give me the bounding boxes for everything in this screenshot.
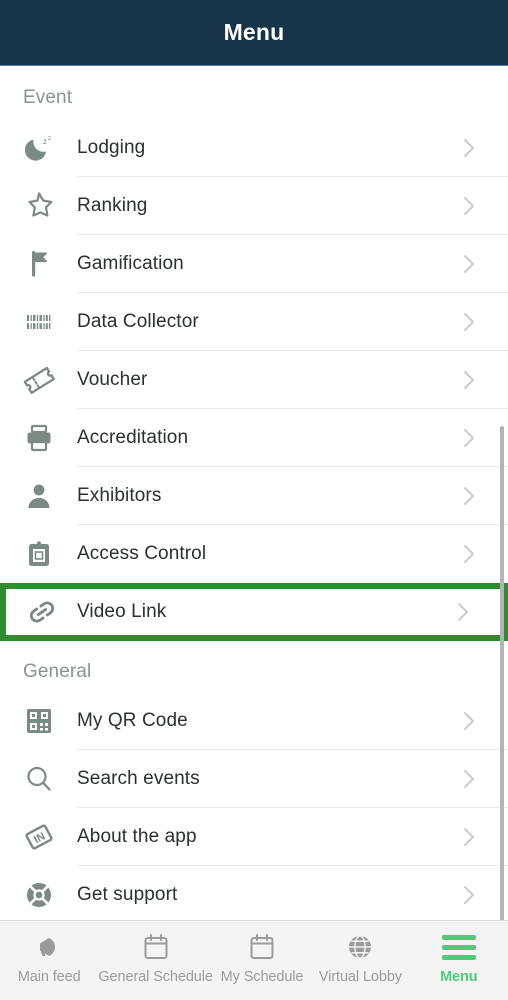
chevron-right-icon [457,602,502,622]
menu-item-data-collector[interactable]: Data Collector [0,293,508,351]
app-header: Menu [0,0,508,66]
menu-item-my-qr-code[interactable]: My QR Code [0,692,508,750]
barcode-icon [0,305,77,339]
printer-icon [0,421,77,455]
moon-sleep-icon: z z [0,131,77,165]
menu-item-lodging[interactable]: z z Lodging [0,119,508,177]
flag-icon [0,247,77,281]
nav-tab-general-schedule[interactable]: General Schedule [98,932,213,985]
chevron-right-icon [463,254,508,274]
menu-item-label: Data Collector [77,311,199,332]
menu-item-label: Exhibitors [77,485,162,506]
chevron-right-icon [463,312,508,332]
menu-item-label: About the app [77,826,197,847]
nav-tab-menu[interactable]: Menu [410,932,508,985]
nav-tab-virtual-lobby[interactable]: Virtual Lobby [311,932,409,985]
menu-item-label: Search events [77,768,200,789]
menu-item-label: Gamification [77,253,184,274]
vertical-scrollbar[interactable] [500,426,504,920]
chevron-right-icon [463,196,508,216]
calendar-icon [248,932,276,962]
nav-tab-main-feed[interactable]: Main feed [0,932,98,985]
menu-item-gamification[interactable]: Gamification [0,235,508,293]
link-chain-icon [6,595,77,629]
calendar-icon [142,932,170,962]
menu-item-label: Voucher [77,369,148,390]
menu-item-exhibitors[interactable]: Exhibitors [0,467,508,525]
nav-tab-label: Virtual Lobby [318,969,402,985]
menu-item-label: Accreditation [77,427,189,448]
menu-item-get-support[interactable]: Get support [0,866,508,920]
star-outline-icon [0,189,77,223]
globe-icon [345,932,375,962]
menu-item-label: Ranking [77,195,148,216]
menu-scroll-area[interactable]: Event z z Lodging Ranking Gamification D… [0,66,508,920]
menu-item-about-the-app[interactable]: IN About the app [0,808,508,866]
menu-item-label: Lodging [77,137,146,158]
in-logo-icon: IN [0,820,77,854]
section-header-general: General [23,661,92,682]
menu-item-label: Access Control [77,543,207,564]
nav-tab-label: Menu [440,969,478,985]
magnifier-icon [0,762,77,796]
menu-item-label: Video Link [77,601,167,622]
page-title: Menu [223,19,285,45]
qr-code-icon [0,704,77,738]
nav-tab-my-schedule[interactable]: My Schedule [213,932,311,985]
chevron-right-icon [463,138,508,158]
person-icon [0,479,77,513]
section-header-event: Event [23,87,73,108]
chevron-right-icon [463,370,508,390]
megaphone-icon [34,932,64,962]
menu-item-label: Get support [77,884,178,905]
nav-tab-label: General Schedule [98,969,213,985]
nav-tab-label: Main feed [17,969,81,985]
ticket-icon [0,363,77,397]
menu-item-video-link[interactable]: Video Link [0,583,508,641]
menu-item-label: My QR Code [77,710,188,731]
nav-tab-label: My Schedule [220,969,304,985]
menu-screen: Menu Event z z Lodging Ranking Gamificat… [0,0,508,1000]
menu-item-ranking[interactable]: Ranking [0,177,508,235]
menu-item-voucher[interactable]: Voucher [0,351,508,409]
svg-text:z: z [48,136,51,142]
menu-item-access-control[interactable]: Access Control [0,525,508,583]
clipboard-badge-icon [0,537,77,571]
menu-item-search-events[interactable]: Search events [0,750,508,808]
menu-item-accreditation[interactable]: Accreditation [0,409,508,467]
bottom-navigation-bar: Main feed General Schedule My Schedule V… [0,920,508,1000]
life-buoy-icon [0,878,77,912]
svg-text:z: z [43,137,47,146]
hamburger-icon [441,932,476,962]
